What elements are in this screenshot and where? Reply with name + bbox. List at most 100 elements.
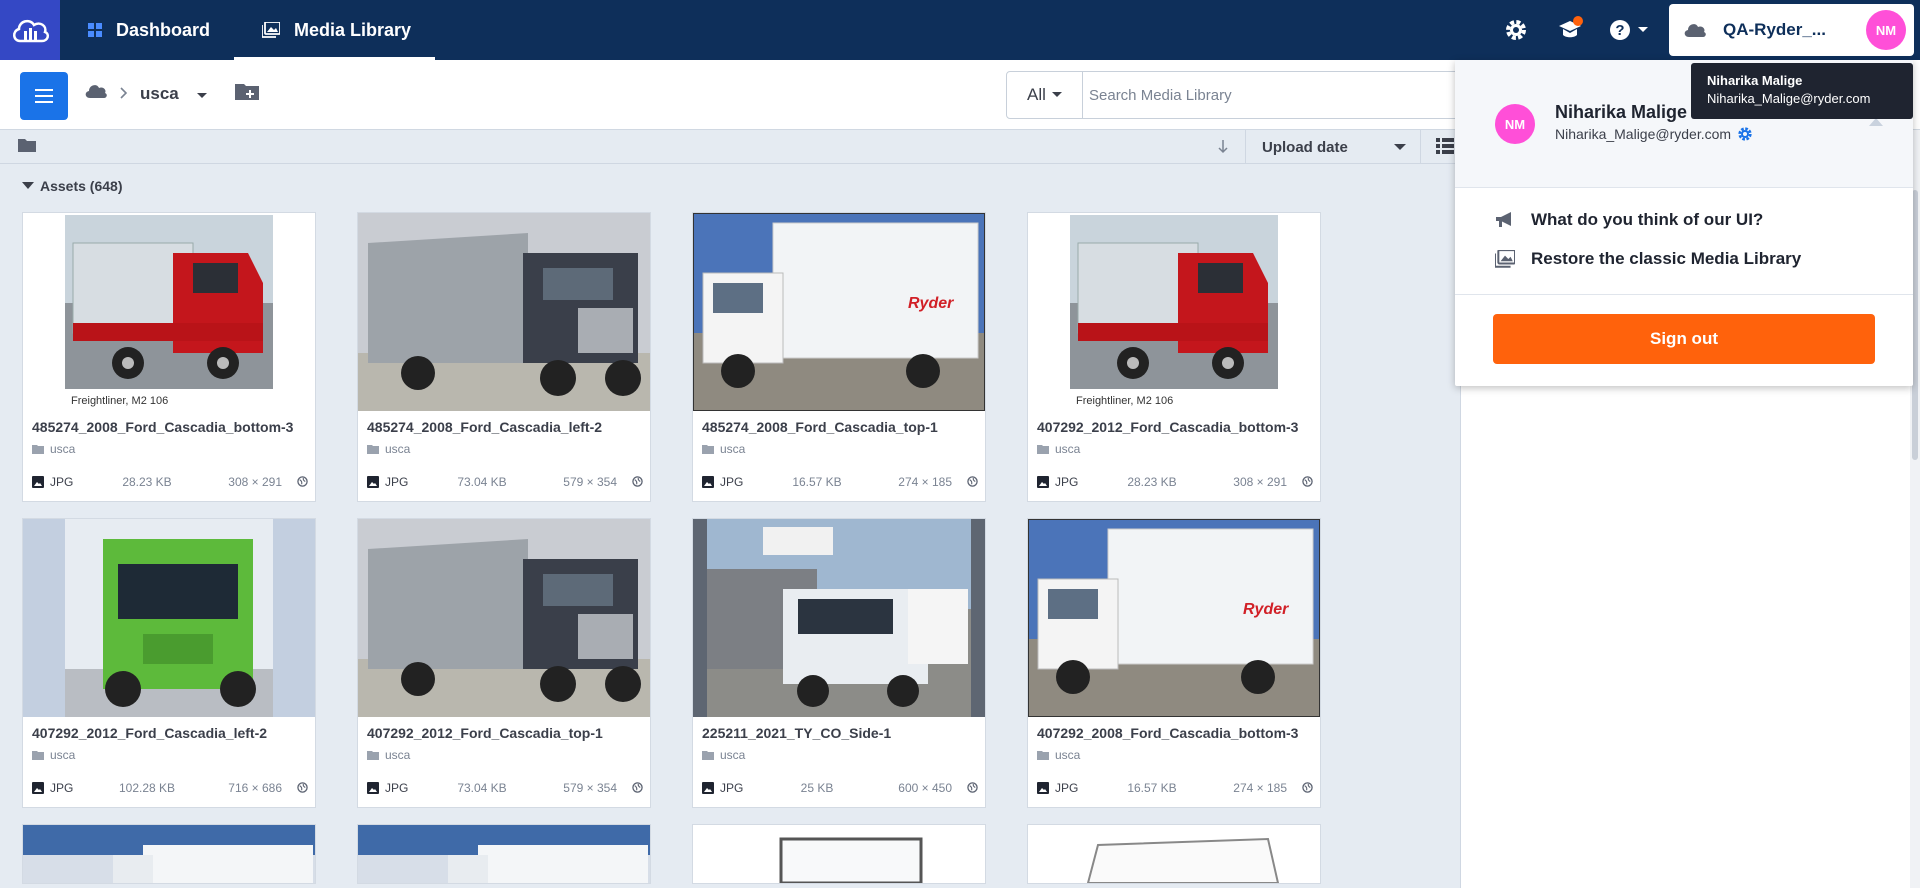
folder-icon <box>367 751 379 760</box>
assets-section-toggle[interactable]: Assets (648) <box>22 178 123 194</box>
user-avatar[interactable]: NM <box>1866 10 1906 50</box>
account-menu-user-email: Niharika_Malige@ryder.com <box>1555 126 1732 142</box>
settings-button[interactable] <box>1489 0 1543 60</box>
search-scope-label: All <box>1027 85 1046 104</box>
asset-title: 225211_2021_TY_CO_Side-1 <box>702 725 892 741</box>
feedback-menu-item[interactable]: What do you think of our UI? <box>1495 210 1763 230</box>
sort-direction-icon[interactable] <box>1216 138 1230 159</box>
media-library-icon <box>262 22 281 38</box>
folder-icon <box>367 445 379 454</box>
image-icon <box>1037 782 1049 794</box>
asset-card[interactable]: Freightliner, M2 106 407292_2012_Ford_Ca… <box>1027 212 1321 502</box>
feedback-label: What do you think of our UI? <box>1531 210 1764 229</box>
breadcrumb-current-folder[interactable]: usca <box>140 84 179 104</box>
asset-card[interactable]: 407292_2012_Ford_Cascadia_top-1 usca JPG… <box>357 518 651 808</box>
cloud-icon <box>1677 22 1713 38</box>
svg-text:Ryder: Ryder <box>908 295 954 312</box>
asset-dimensions: 274 × 185 <box>898 475 952 489</box>
learning-button[interactable] <box>1543 0 1597 60</box>
asset-thumbnail: Ryder <box>693 213 985 411</box>
asset-card[interactable]: Freightliner, M2 106 485274_2008_Ford_Ca… <box>22 212 316 502</box>
account-menu-user-name: Niharika Malige <box>1555 102 1688 122</box>
folder-icon <box>702 445 714 454</box>
public-globe-icon <box>1302 476 1313 490</box>
asset-thumbnail: Ryder <box>1028 519 1320 717</box>
asset-thumbnail <box>358 519 650 717</box>
asset-card-partial[interactable] <box>22 824 316 884</box>
asset-format-label: JPG <box>1055 781 1079 795</box>
asset-card[interactable]: Ryder 407292_2008_Ford_Cascadia_bottom-3… <box>1027 518 1321 808</box>
folder-view-icon[interactable] <box>18 138 36 157</box>
image-icon <box>367 782 379 794</box>
public-globe-icon <box>1302 782 1313 796</box>
asset-format: JPG <box>702 781 743 795</box>
asset-thumbnail <box>23 825 315 883</box>
account-menu-email-row: Niharika_Malige@ryder.com <box>1555 126 1753 142</box>
asset-size: 28.23 KB <box>1127 475 1177 489</box>
asset-format: JPG <box>32 781 73 795</box>
tab-media-library-label: Media Library <box>294 19 412 40</box>
folder-options-chevron-icon[interactable] <box>196 84 207 104</box>
asset-format: JPG <box>367 475 408 489</box>
asset-card[interactable]: Ryder 485274_2008_Ford_Cascadia_top-1 us… <box>692 212 986 502</box>
search-input[interactable]: Search Media Library <box>1083 87 1232 104</box>
asset-folder-name: usca <box>1055 442 1081 456</box>
asset-format-label: JPG <box>720 781 744 795</box>
image-icon <box>702 476 714 488</box>
cloud-home-icon[interactable] <box>84 83 108 104</box>
image-icon <box>1037 476 1049 488</box>
notification-dot <box>1573 16 1583 26</box>
search-bar: All Search Media Library <box>1006 71 1476 119</box>
cloudinary-logo-icon[interactable] <box>0 0 60 60</box>
restore-classic-menu-item[interactable]: Restore the classic Media Library <box>1495 249 1801 269</box>
folder-icon <box>32 751 44 760</box>
asset-card[interactable]: 407292_2012_Ford_Cascadia_left-2 usca JP… <box>22 518 316 808</box>
list-view-icon[interactable] <box>1436 138 1454 159</box>
account-name: QA-Ryder_... <box>1723 20 1826 39</box>
tooltip-pointer <box>1869 118 1883 126</box>
asset-card-partial[interactable] <box>692 824 986 884</box>
asset-card-partial[interactable] <box>1027 824 1321 884</box>
gear-icon[interactable] <box>1737 126 1753 142</box>
asset-thumbnail <box>358 213 650 411</box>
folders-menu-button[interactable] <box>20 72 68 120</box>
asset-title: 485274_2008_Ford_Cascadia_left-2 <box>367 419 603 435</box>
asset-folder-name: usca <box>385 748 411 762</box>
asset-size: 16.57 KB <box>1127 781 1177 795</box>
asset-format-label: JPG <box>720 475 744 489</box>
tab-media-library[interactable]: Media Library <box>234 0 436 60</box>
folder-icon <box>702 751 714 760</box>
breadcrumb: usca <box>84 82 259 105</box>
asset-size: 102.28 KB <box>118 781 176 795</box>
tab-dashboard[interactable]: Dashboard <box>60 0 234 60</box>
asset-size: 25 KB <box>800 781 834 795</box>
asset-format-label: JPG <box>385 781 409 795</box>
asset-size: 16.57 KB <box>792 475 842 489</box>
asset-thumbnail: Freightliner, M2 106 <box>23 213 315 411</box>
image-icon <box>32 476 44 488</box>
asset-card-partial[interactable] <box>357 824 651 884</box>
dashboard-icon <box>88 23 102 37</box>
sort-by-select[interactable]: Upload date <box>1245 130 1421 164</box>
caret-down-icon <box>22 182 34 189</box>
asset-folder: usca <box>702 442 745 456</box>
top-nav-bar: Dashboard Media Library ? QA-Ryder_... N… <box>0 0 1920 60</box>
search-scope-select[interactable]: All <box>1007 72 1083 118</box>
asset-format-label: JPG <box>50 475 74 489</box>
asset-dimensions: 308 × 291 <box>1233 475 1287 489</box>
public-globe-icon <box>967 782 978 796</box>
asset-folder: usca <box>367 748 410 762</box>
image-icon <box>32 782 44 794</box>
asset-title: 407292_2008_Ford_Cascadia_bottom-3 <box>1037 725 1299 741</box>
tab-dashboard-label: Dashboard <box>116 19 211 40</box>
asset-card[interactable]: 485274_2008_Ford_Cascadia_left-2 usca JP… <box>357 212 651 502</box>
sign-out-button[interactable]: Sign out <box>1493 314 1875 364</box>
asset-folder-name: usca <box>385 442 411 456</box>
asset-card[interactable]: 225211_2021_TY_CO_Side-1 usca JPG 25 KB … <box>692 518 986 808</box>
account-switcher[interactable]: QA-Ryder_... NM <box>1669 4 1914 56</box>
tooltip-name: Niharika Malige <box>1707 73 1803 88</box>
help-button[interactable]: ? <box>1597 0 1661 60</box>
svg-text:Ryder: Ryder <box>1243 601 1289 618</box>
asset-title: 407292_2012_Ford_Cascadia_left-2 <box>32 725 268 741</box>
new-folder-icon[interactable] <box>234 82 259 105</box>
